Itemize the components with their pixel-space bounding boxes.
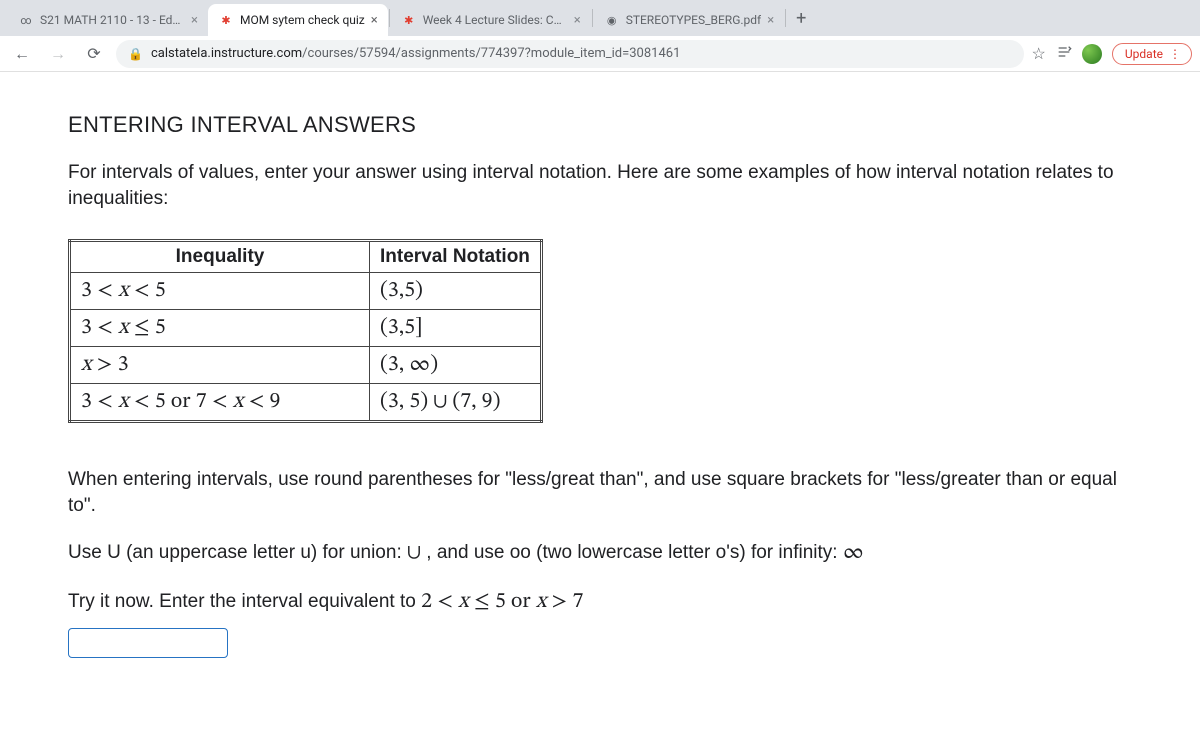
text: Try it now. Enter the interval equivalen…	[68, 591, 421, 612]
tab-title: S21 MATH 2110 - 13 - Edfinity	[40, 13, 185, 27]
cell-inequality: 3 < x < 5 or 7 < x < 9	[70, 384, 370, 422]
lock-icon: 🔒	[128, 47, 143, 61]
tab-0[interactable]: ∞ S21 MATH 2110 - 13 - Edfinity ×	[8, 4, 208, 36]
cell-inequality: 3 < x < 5	[70, 273, 370, 310]
tab-1[interactable]: ✱ MOM sytem check quiz ×	[208, 4, 388, 36]
update-button[interactable]: Update ⋮	[1112, 43, 1192, 65]
close-icon[interactable]: ×	[574, 13, 581, 28]
close-icon[interactable]: ×	[371, 13, 378, 28]
new-tab-button[interactable]: +	[787, 4, 815, 32]
tab-divider	[389, 9, 390, 27]
pdf-icon: ◉	[604, 12, 620, 28]
update-label: Update	[1125, 47, 1163, 61]
tab-divider	[785, 9, 786, 27]
prompt-math: 2 < x ≤ 5 or x > 7	[421, 591, 583, 613]
reload-button[interactable]: ⟳	[80, 40, 108, 68]
try-it-prompt: Try it now. Enter the interval equivalen…	[68, 588, 1132, 618]
toolbar-right: ☆ Update ⋮	[1032, 43, 1192, 65]
text: Use U (an uppercase letter u) for union:	[68, 542, 407, 563]
url-domain: calstatela.instructure.com	[151, 46, 302, 61]
reading-list-icon[interactable]	[1056, 44, 1072, 64]
profile-avatar[interactable]	[1082, 44, 1102, 64]
forward-button[interactable]: →	[44, 40, 72, 68]
back-button[interactable]: ←	[8, 40, 36, 68]
tab-2[interactable]: ✱ Week 4 Lecture Slides: CLS 2010 ×	[391, 4, 591, 36]
close-icon[interactable]: ×	[767, 13, 774, 28]
page-heading: ENTERING INTERVAL ANSWERS	[68, 112, 1132, 138]
table-row: 3 < x ≤ 5 (3,5]	[70, 310, 542, 347]
cell-inequality: 3 < x ≤ 5	[70, 310, 370, 347]
intro-paragraph: For intervals of values, enter your answ…	[68, 160, 1132, 211]
cell-notation: (3, 5) ∪ (7, 9)	[370, 384, 542, 422]
toolbar: ← → ⟳ 🔒 calstatela.instructure.com/cours…	[0, 36, 1200, 72]
more-icon: ⋮	[1169, 47, 1181, 61]
cell-notation: (3,5)	[370, 273, 542, 310]
tab-strip: ∞ S21 MATH 2110 - 13 - Edfinity × ✱ MOM …	[0, 0, 1200, 36]
col-header-inequality: Inequality	[70, 241, 370, 273]
col-header-notation: Interval Notation	[370, 241, 542, 273]
table-row: 3 < x < 5 (3,5)	[70, 273, 542, 310]
text: , and use oo (two lowercase letter o's) …	[421, 542, 843, 563]
tab-3[interactable]: ◉ STEREOTYPES_BERG.pdf ×	[594, 4, 784, 36]
close-icon[interactable]: ×	[191, 13, 198, 28]
table-row: x > 3 (3, ∞)	[70, 347, 542, 384]
address-bar[interactable]: 🔒 calstatela.instructure.com/courses/575…	[116, 40, 1024, 68]
infinity-icon: ∞	[18, 12, 34, 28]
canvas-icon: ✱	[218, 12, 234, 28]
union-symbol: ∪	[407, 542, 421, 564]
tab-title: Week 4 Lecture Slides: CLS 2010	[423, 13, 568, 27]
interval-table: Inequality Interval Notation 3 < x < 5 (…	[68, 239, 543, 423]
cell-notation: (3,5]	[370, 310, 542, 347]
tab-divider	[592, 9, 593, 27]
instruction-union: Use U (an uppercase letter u) for union:…	[68, 539, 1132, 569]
tab-title: STEREOTYPES_BERG.pdf	[626, 13, 762, 27]
instruction-parentheses: When entering intervals, use round paren…	[68, 467, 1132, 518]
infinity-symbol: ∞	[843, 542, 864, 564]
bookmark-star-icon[interactable]: ☆	[1032, 44, 1046, 63]
tab-title: MOM sytem check quiz	[240, 13, 365, 27]
cell-notation: (3, ∞)	[370, 347, 542, 384]
cell-inequality: x > 3	[70, 347, 370, 384]
table-row: 3 < x < 5 or 7 < x < 9 (3, 5) ∪ (7, 9)	[70, 384, 542, 422]
canvas-icon: ✱	[401, 12, 417, 28]
answer-input[interactable]	[68, 628, 228, 658]
url-path: /courses/57594/assignments/774397?module…	[302, 46, 680, 61]
page-content: ENTERING INTERVAL ANSWERS For intervals …	[0, 72, 1200, 698]
